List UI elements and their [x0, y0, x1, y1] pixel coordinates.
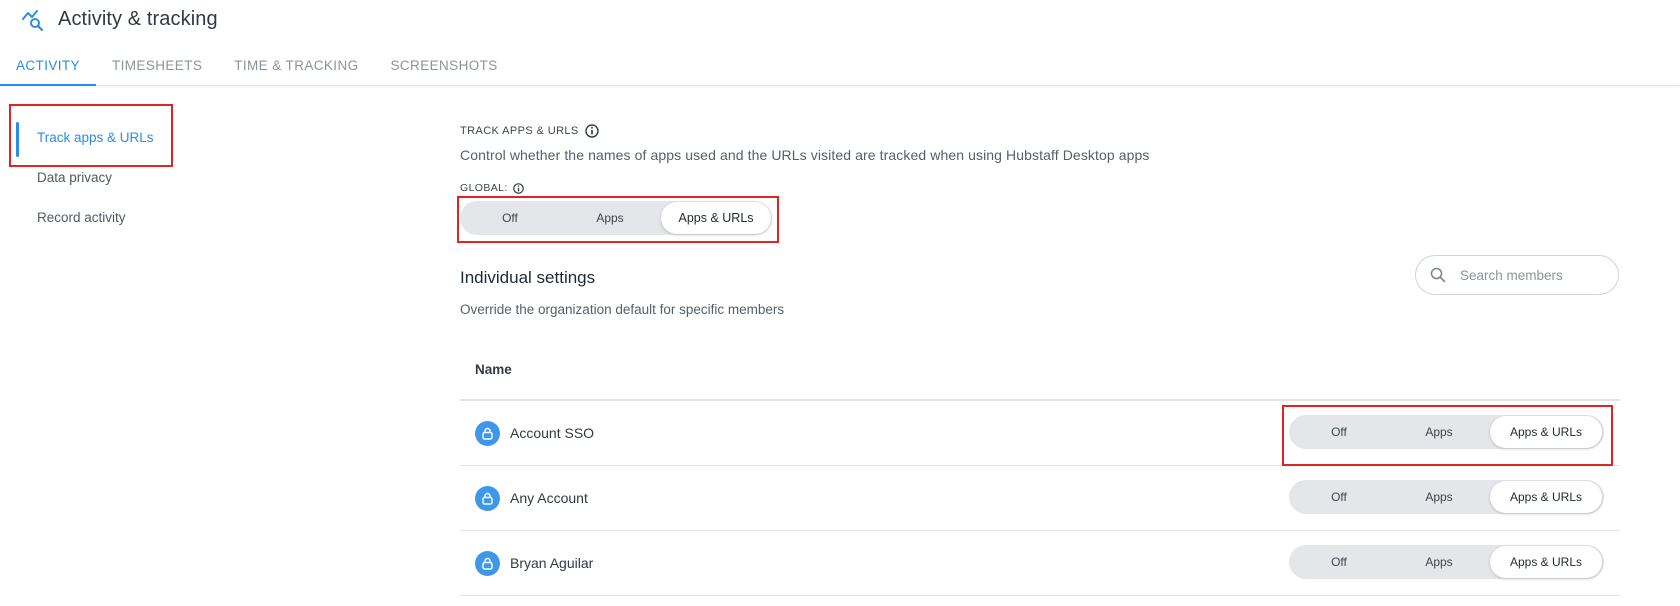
table-row: Any Account Off Apps Apps & URLs — [460, 466, 1620, 531]
tab-time-tracking[interactable]: TIME & TRACKING — [218, 50, 374, 86]
member-option-apps[interactable]: Apps — [1389, 415, 1489, 449]
info-icon[interactable] — [512, 182, 524, 194]
title-row: Activity & tracking — [22, 8, 218, 31]
table-row: Bryan Aguilar Off Apps Apps & URLs — [460, 531, 1620, 596]
avatar — [475, 550, 500, 576]
table-row: Account SSO Off Apps Apps & URLs — [460, 401, 1620, 466]
global-option-apps-urls[interactable]: Apps & URLs — [661, 202, 771, 234]
tab-timesheets[interactable]: TIMESHEETS — [96, 50, 218, 86]
global-tracking-toggle: Off Apps Apps & URLs — [460, 201, 772, 235]
section-label-text: TRACK APPS & URLS — [460, 125, 579, 137]
member-tracking-toggle: Off Apps Apps & URLs — [1289, 415, 1604, 449]
member-option-apps-urls[interactable]: Apps & URLs — [1490, 546, 1602, 578]
global-option-apps[interactable]: Apps — [560, 201, 660, 235]
member-option-off[interactable]: Off — [1289, 545, 1389, 579]
member-tracking-toggle: Off Apps Apps & URLs — [1289, 545, 1604, 579]
member-option-apps-urls[interactable]: Apps & URLs — [1490, 416, 1602, 448]
member-option-apps[interactable]: Apps — [1389, 545, 1489, 579]
member-name: Account SSO — [510, 425, 595, 441]
member-option-apps[interactable]: Apps — [1389, 480, 1489, 514]
info-icon[interactable] — [584, 124, 599, 138]
global-label: GLOBAL: — [460, 182, 524, 194]
section-label: TRACK APPS & URLS — [460, 124, 599, 138]
tab-bar: ACTIVITY TIMESHEETS TIME & TRACKING SCRE… — [0, 50, 514, 86]
global-option-off[interactable]: Off — [460, 201, 560, 235]
page-title: Activity & tracking — [58, 8, 218, 30]
member-name: Bryan Aguilar — [510, 555, 594, 571]
members-table: Name Account SSO Off Apps Apps & URLs An… — [460, 340, 1620, 596]
search-members-input[interactable] — [1460, 267, 1610, 283]
avatar — [475, 420, 500, 446]
search-icon — [1430, 267, 1446, 283]
settings-sidebar: Track apps & URLs Data privacy Record ac… — [16, 118, 256, 238]
sidebar-item-record-activity[interactable]: Record activity — [16, 198, 256, 238]
tab-activity[interactable]: ACTIVITY — [0, 50, 96, 86]
global-label-text: GLOBAL: — [460, 182, 508, 194]
section-description: Control whether the names of apps used a… — [460, 147, 1150, 163]
avatar — [475, 485, 500, 511]
member-option-apps-urls[interactable]: Apps & URLs — [1490, 481, 1602, 513]
app-header: Activity & tracking ACTIVITY TIMESHEETS … — [0, 0, 1680, 86]
table-header: Name — [460, 340, 1620, 401]
search-members-box — [1415, 255, 1619, 295]
member-option-off[interactable]: Off — [1289, 415, 1389, 449]
tab-screenshots[interactable]: SCREENSHOTS — [375, 50, 514, 86]
member-option-off[interactable]: Off — [1289, 480, 1389, 514]
activity-search-icon — [22, 9, 44, 31]
member-name: Any Account — [510, 490, 588, 506]
sidebar-item-track-apps-urls[interactable]: Track apps & URLs — [16, 118, 256, 158]
sidebar-item-data-privacy[interactable]: Data privacy — [16, 158, 256, 198]
member-tracking-toggle: Off Apps Apps & URLs — [1289, 480, 1604, 514]
column-header-name[interactable]: Name — [475, 362, 512, 377]
individual-settings-title: Individual settings — [460, 268, 596, 287]
individual-settings-description: Override the organization default for sp… — [460, 302, 785, 317]
